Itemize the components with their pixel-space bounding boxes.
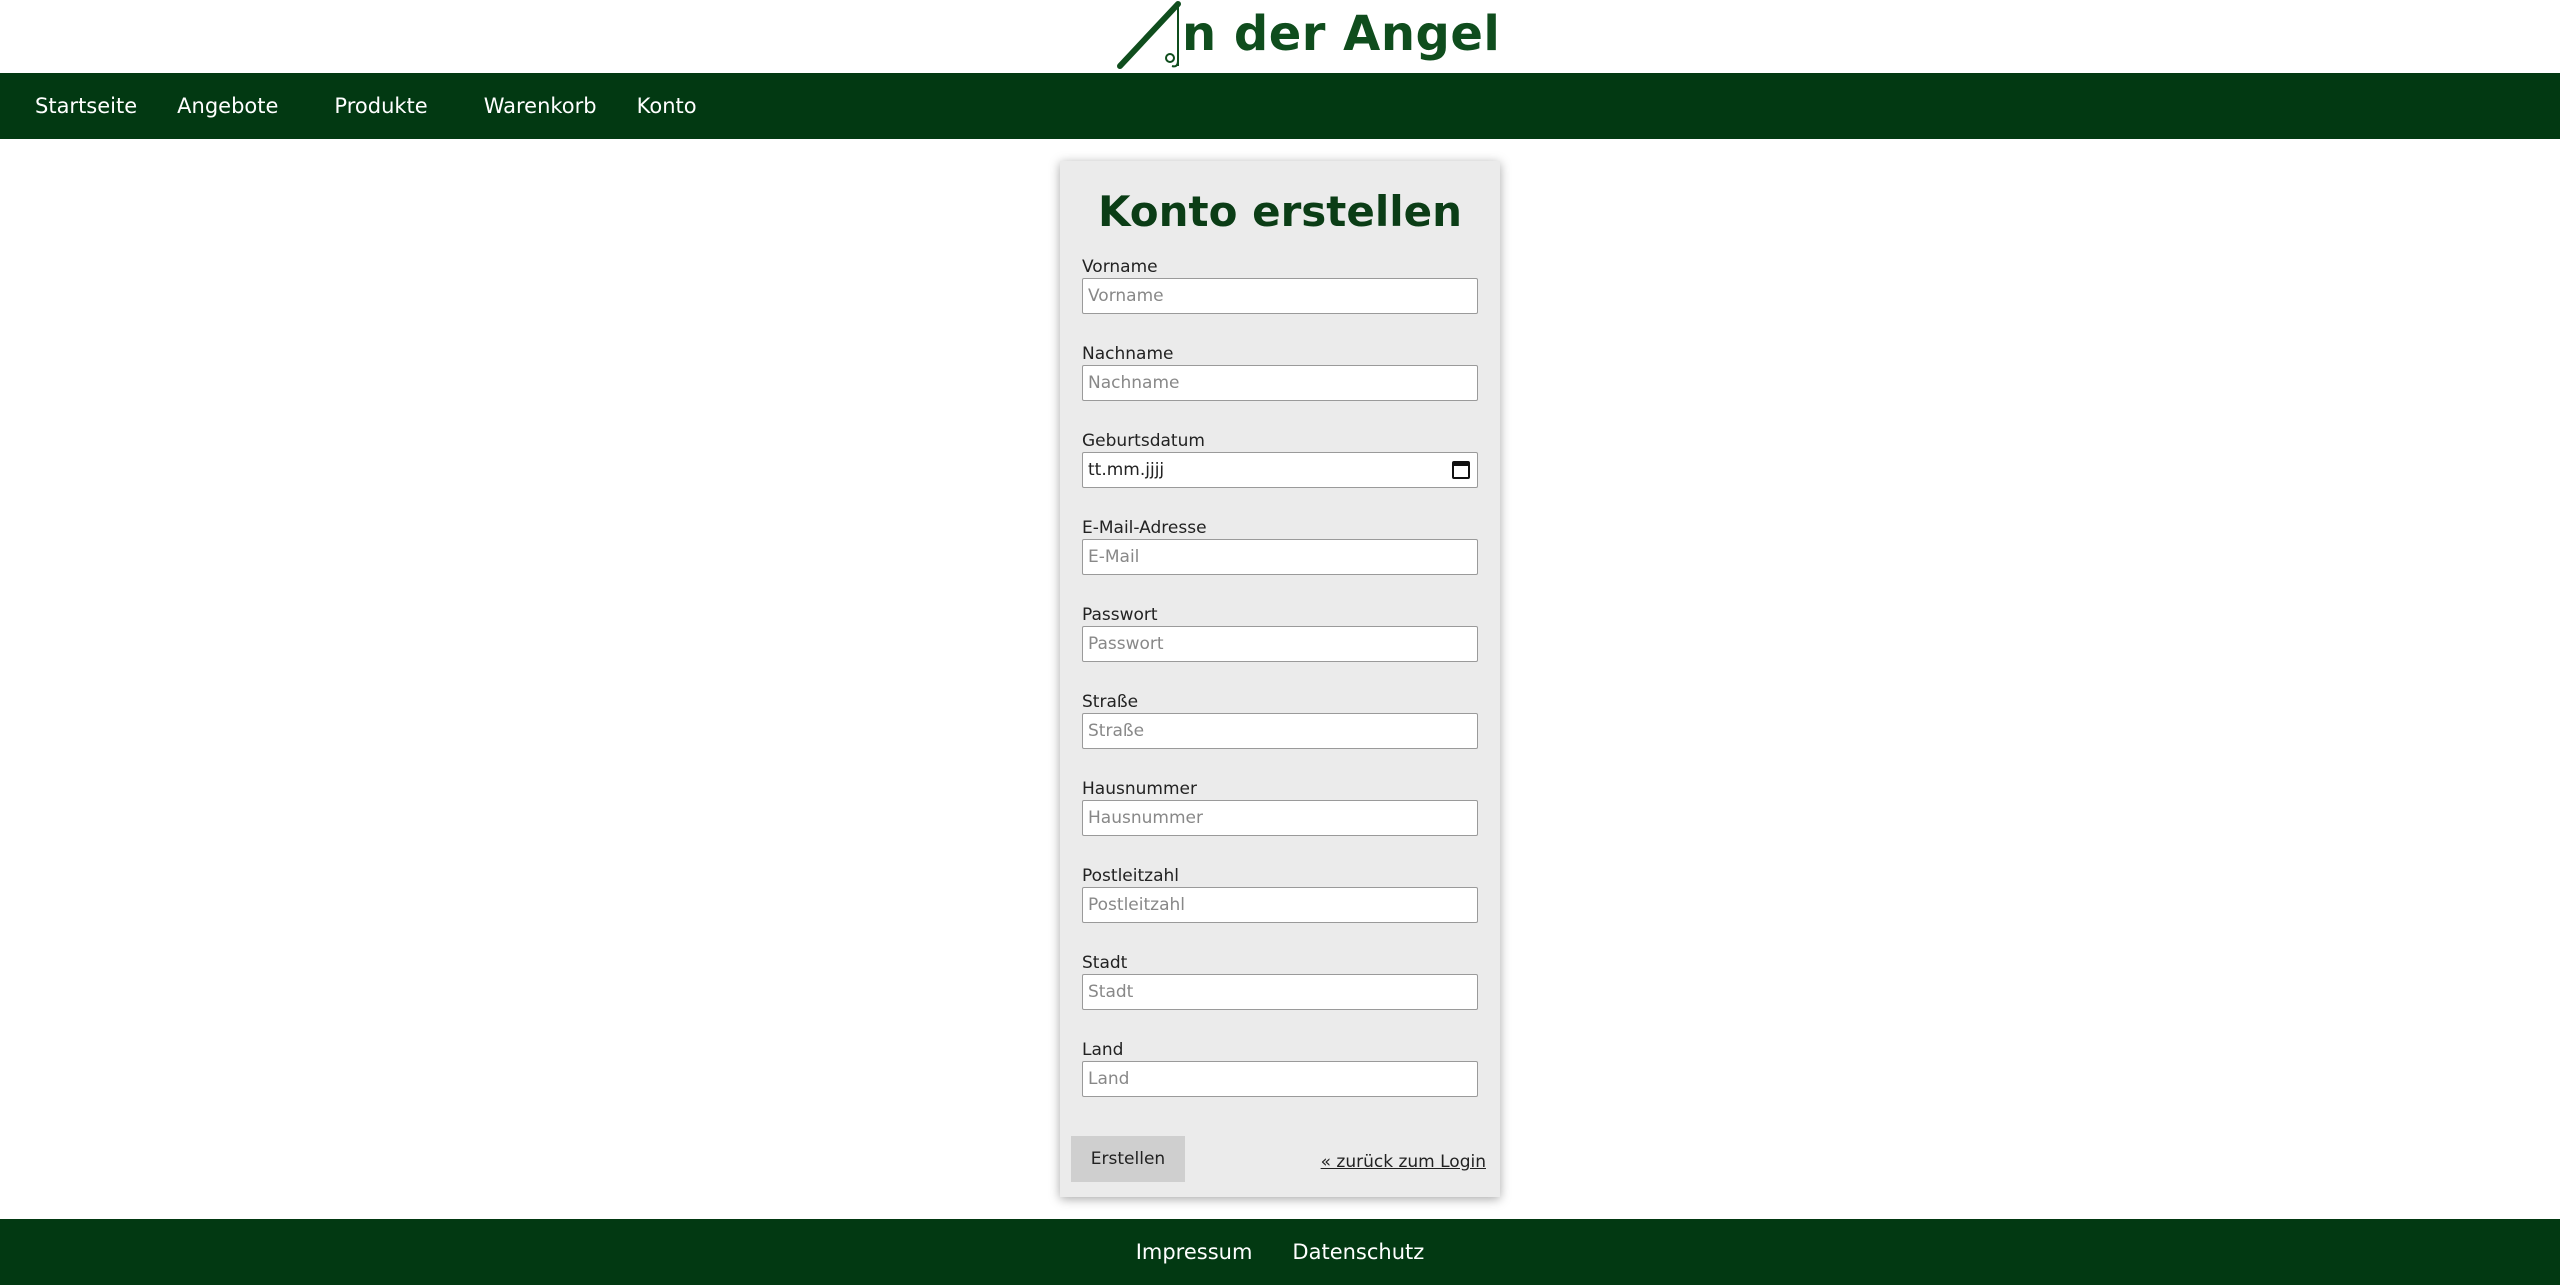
back-to-login-link[interactable]: « zurück zum Login — [1321, 1152, 1486, 1172]
field-label: Passwort — [1082, 605, 1158, 625]
field-passwort: Passwort — [1082, 604, 1478, 662]
calendar-icon[interactable] — [1452, 461, 1470, 479]
field-label: Land — [1082, 1040, 1124, 1060]
site-footer: Impressum Datenschutz — [0, 1219, 2560, 1285]
field-label: Vorname — [1082, 257, 1158, 277]
stadt-input[interactable] — [1082, 974, 1478, 1010]
geburtsdatum-input[interactable] — [1082, 452, 1478, 488]
create-account-button[interactable]: Erstellen — [1071, 1136, 1185, 1182]
field-label: E-Mail-Adresse — [1082, 518, 1207, 538]
field-label: Stadt — [1082, 953, 1128, 973]
date-wrapper — [1082, 452, 1478, 488]
field-label: Nachname — [1082, 344, 1174, 364]
nav-item-startseite[interactable]: Startseite — [35, 94, 137, 118]
field-strasse: Straße — [1082, 691, 1478, 749]
postleitzahl-input[interactable] — [1082, 887, 1478, 923]
passwort-input[interactable] — [1082, 626, 1478, 662]
field-land: Land — [1082, 1039, 1478, 1097]
nachname-input[interactable] — [1082, 365, 1478, 401]
footer-link-datenschutz[interactable]: Datenschutz — [1292, 1240, 1424, 1264]
field-label: Postleitzahl — [1082, 866, 1179, 886]
footer-link-impressum[interactable]: Impressum — [1136, 1240, 1253, 1264]
field-hausnummer: Hausnummer — [1082, 778, 1478, 836]
main-nav: Startseite Angebote Produkte Warenkorb K… — [0, 73, 2560, 139]
field-label: Geburtsdatum — [1082, 431, 1205, 451]
field-vorname: Vorname — [1082, 256, 1478, 314]
field-label: Straße — [1082, 692, 1139, 712]
logo-bar: n der Angel — [0, 0, 2560, 73]
main-content: Konto erstellen Vorname Nachname Geburts… — [0, 139, 2560, 1197]
field-stadt: Stadt — [1082, 952, 1478, 1010]
form-actions: Erstellen « zurück zum Login — [1071, 1136, 1486, 1182]
field-postleitzahl: Postleitzahl — [1082, 865, 1478, 923]
logo-text: n der Angel — [1182, 6, 1501, 62]
nav-item-angebote[interactable]: Angebote — [177, 94, 278, 118]
land-input[interactable] — [1082, 1061, 1478, 1097]
email-input[interactable] — [1082, 539, 1478, 575]
field-geburtsdatum: Geburtsdatum — [1082, 430, 1478, 488]
vorname-input[interactable] — [1082, 278, 1478, 314]
register-card: Konto erstellen Vorname Nachname Geburts… — [1060, 161, 1500, 1197]
field-label: Hausnummer — [1082, 779, 1197, 799]
nav-item-produkte[interactable]: Produkte — [334, 94, 427, 118]
fishing-rod-icon — [1117, 1, 1181, 69]
field-email: E-Mail-Adresse — [1082, 517, 1478, 575]
field-nachname: Nachname — [1082, 343, 1478, 401]
nav-item-konto[interactable]: Konto — [637, 94, 697, 118]
nav-item-warenkorb[interactable]: Warenkorb — [484, 94, 597, 118]
strasse-input[interactable] — [1082, 713, 1478, 749]
page-title: Konto erstellen — [1097, 187, 1463, 236]
hausnummer-input[interactable] — [1082, 800, 1478, 836]
site-logo[interactable]: n der Angel — [1112, 0, 1500, 73]
